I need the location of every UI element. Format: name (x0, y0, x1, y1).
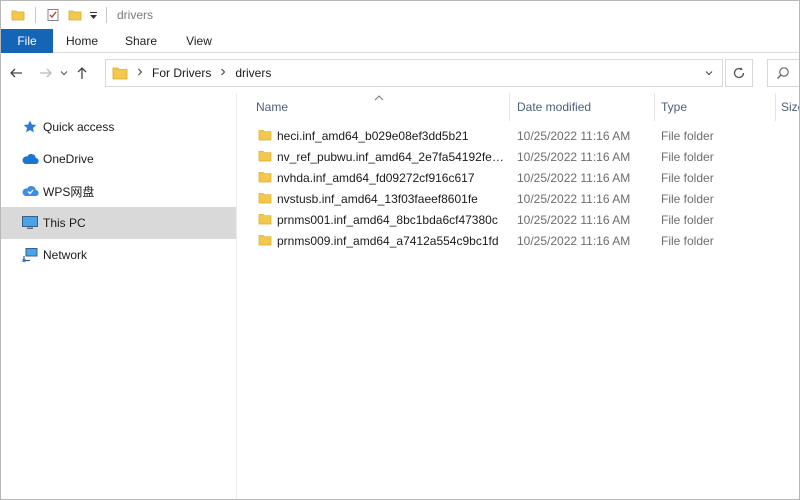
file-type: File folder (661, 170, 714, 185)
table-row[interactable]: prnms001.inf_amd64_8bc1bda6cf47380c 10/2… (238, 209, 799, 230)
sidebar-item-label: Network (43, 248, 88, 262)
navigation-bar: For Drivers drivers (1, 53, 799, 93)
folder-icon (258, 149, 272, 163)
folder-icon (112, 65, 128, 81)
sidebar-item-network[interactable]: Network (1, 239, 236, 271)
file-date: 10/25/2022 11:16 AM (517, 191, 631, 206)
folder-icon (258, 170, 272, 184)
recent-locations-button[interactable] (57, 59, 71, 87)
address-bar[interactable]: For Drivers drivers (105, 59, 723, 87)
search-box[interactable] (767, 59, 799, 87)
wps-cloud-icon (21, 182, 39, 200)
sidebar-item-label: OneDrive (43, 152, 94, 166)
file-rows: heci.inf_amd64_b029e08ef3dd5b21 10/25/20… (238, 125, 799, 251)
search-icon (777, 67, 789, 79)
address-history-dropdown[interactable] (702, 66, 716, 80)
sidebar-item-label: Quick access (43, 120, 115, 134)
tab-share[interactable]: Share (111, 29, 171, 53)
sidebar-item-wps-cloud[interactable]: WPS网盘 (1, 175, 236, 207)
column-header-date-modified[interactable]: Date modified (517, 93, 655, 121)
folder-icon (258, 233, 272, 247)
table-row[interactable]: heci.inf_amd64_b029e08ef3dd5b21 10/25/20… (238, 125, 799, 146)
file-type: File folder (661, 233, 714, 248)
table-row[interactable]: nvstusb.inf_amd64_13f03faeef8601fe 10/25… (238, 188, 799, 209)
file-name: nvhda.inf_amd64_fd09272cf916c617 (277, 170, 475, 185)
quick-access-toolbar (1, 1, 113, 29)
window-title: drivers (117, 8, 154, 22)
file-name: nvstusb.inf_amd64_13f03faeef8601fe (277, 191, 478, 206)
sidebar-item-onedrive[interactable]: OneDrive (1, 143, 236, 175)
folder-icon[interactable] (7, 4, 29, 26)
title-bar: drivers (1, 1, 799, 29)
refresh-icon (733, 67, 745, 79)
star-icon (21, 118, 39, 136)
sidebar-item-label: WPS网盘 (43, 184, 95, 199)
sidebar-item-label: This PC (43, 216, 86, 230)
chevron-down-icon (705, 71, 713, 76)
file-name: prnms009.inf_amd64_a7412a554c9bc1fd (277, 233, 499, 248)
tab-home[interactable]: Home (53, 29, 111, 53)
breadcrumb-drivers[interactable]: drivers (235, 66, 271, 80)
explorer-window: drivers File Home Share View For Drivers… (0, 0, 800, 500)
ribbon-tabs: File Home Share View (1, 29, 799, 53)
new-folder-icon[interactable] (64, 4, 86, 26)
arrow-left-icon (10, 68, 22, 78)
breadcrumb-for-drivers[interactable]: For Drivers (152, 66, 211, 80)
properties-icon[interactable] (42, 4, 64, 26)
column-header-name[interactable]: Name (256, 93, 510, 121)
folder-icon (258, 128, 272, 142)
tab-view[interactable]: View (171, 29, 227, 53)
file-name: prnms001.inf_amd64_8bc1bda6cf47380c (277, 212, 498, 227)
sidebar-item-this-pc[interactable]: This PC (1, 207, 236, 239)
folder-icon (258, 191, 272, 205)
file-date: 10/25/2022 11:16 AM (517, 149, 631, 164)
table-row[interactable]: nvhda.inf_amd64_fd09272cf916c617 10/25/2… (238, 167, 799, 188)
back-button[interactable] (5, 59, 27, 87)
up-button[interactable] (71, 59, 93, 87)
file-name: nv_ref_pubwu.inf_amd64_2e7fa54192fe16... (277, 149, 507, 164)
file-date: 10/25/2022 11:16 AM (517, 212, 631, 227)
file-type: File folder (661, 149, 714, 164)
tab-file[interactable]: File (1, 29, 53, 53)
file-type: File folder (661, 191, 714, 206)
column-header-type[interactable]: Type (661, 93, 776, 121)
file-type: File folder (661, 128, 714, 143)
arrow-right-icon (40, 68, 52, 78)
file-list: Name Date modified Type Size heci.inf_am… (238, 93, 799, 499)
chevron-right-icon[interactable] (136, 68, 144, 79)
file-date: 10/25/2022 11:16 AM (517, 233, 631, 248)
refresh-button[interactable] (725, 59, 753, 87)
file-name: heci.inf_amd64_b029e08ef3dd5b21 (277, 128, 469, 143)
forward-button[interactable] (35, 59, 57, 87)
file-date: 10/25/2022 11:16 AM (517, 128, 631, 143)
navigation-pane: Quick access OneDrive WPS网盘 This PC Netw… (1, 93, 237, 499)
toolbar-divider (106, 7, 107, 23)
chevron-right-icon[interactable] (219, 68, 227, 79)
customize-toolbar-dropdown[interactable] (86, 4, 100, 26)
file-type: File folder (661, 212, 714, 227)
network-icon (21, 246, 39, 264)
cloud-icon (21, 150, 39, 168)
table-row[interactable]: prnms009.inf_amd64_a7412a554c9bc1fd 10/2… (238, 230, 799, 251)
folder-icon (258, 212, 272, 226)
arrow-up-icon (77, 67, 87, 79)
table-row[interactable]: nv_ref_pubwu.inf_amd64_2e7fa54192fe16...… (238, 146, 799, 167)
monitor-icon (21, 214, 39, 232)
toolbar-divider (35, 7, 36, 23)
file-date: 10/25/2022 11:16 AM (517, 170, 631, 185)
column-header-size[interactable]: Size (781, 93, 799, 121)
sidebar-item-quick-access[interactable]: Quick access (1, 111, 236, 143)
chevron-down-icon (60, 71, 68, 76)
